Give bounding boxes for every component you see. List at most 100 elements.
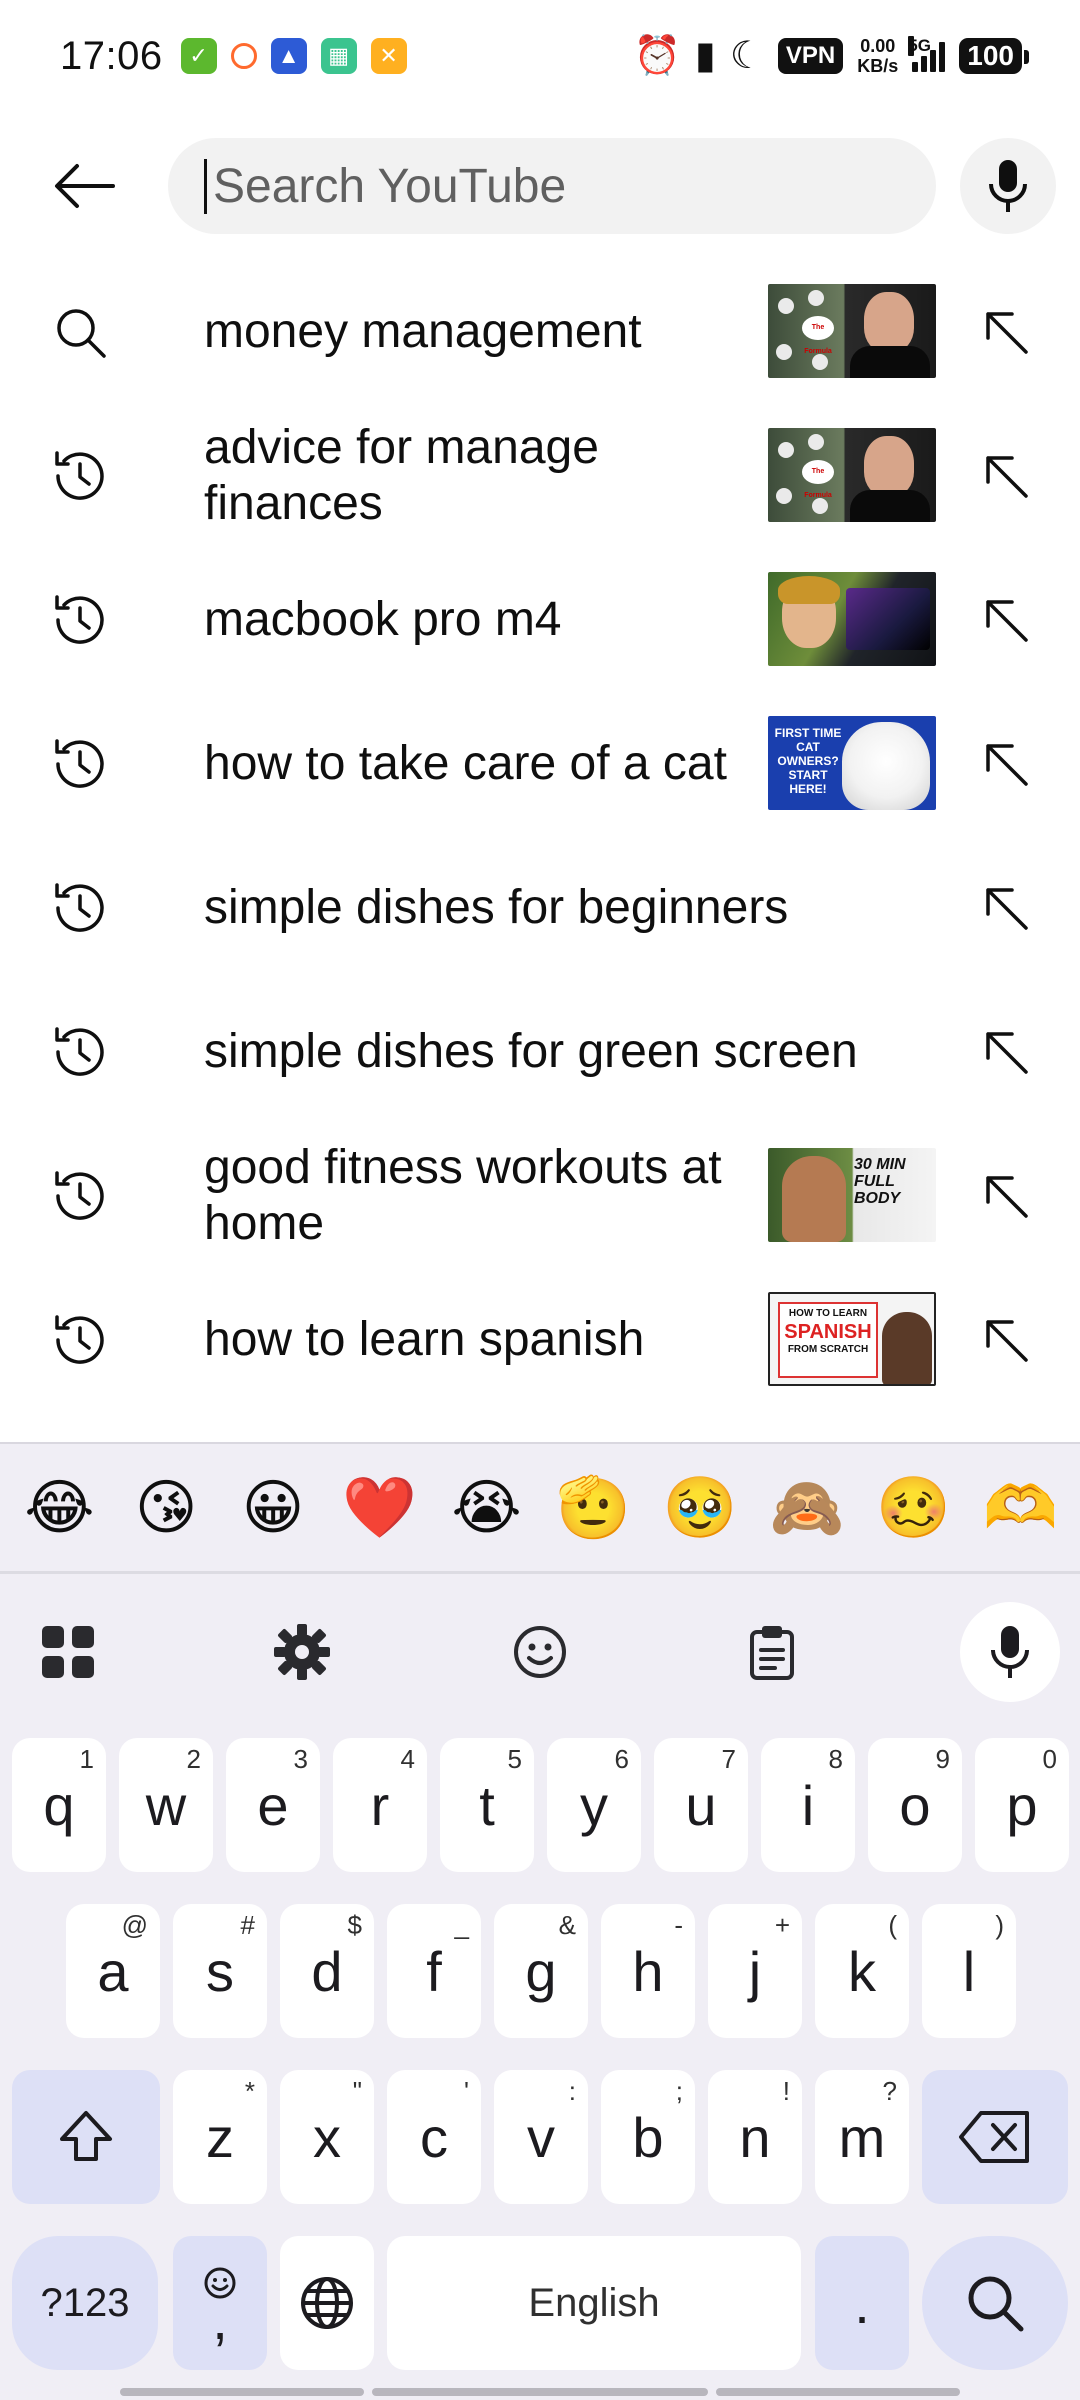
fill-query-button[interactable] [968,300,1044,364]
suggestion-item[interactable]: how to take care of a cat FIRST TIME CAT… [0,692,1080,836]
key-c[interactable]: c ' [387,2070,481,2204]
search-input[interactable] [204,158,936,214]
fill-query-button[interactable] [968,1308,1044,1372]
emoji-key[interactable]: 🫡 [545,1472,641,1543]
emoji-key[interactable]: 😂 [11,1473,107,1543]
key-t[interactable]: t5 [440,1738,534,1872]
key-x[interactable]: x " [280,2070,374,2204]
keyboard-toolbar [0,1580,1080,1710]
suggestion-item[interactable]: advice for manage finances The Formula [0,404,1080,548]
emoji-key[interactable]: 🥴 [866,1472,962,1543]
fill-query-button[interactable] [968,1164,1044,1228]
key-j[interactable]: j + [708,1904,802,2038]
key-h[interactable]: h- [601,1904,695,2038]
history-icon [48,1164,112,1228]
key-b[interactable]: b; [601,2070,695,2204]
keyboard-voice-input-button[interactable] [960,1602,1060,1702]
key-k[interactable]: k( [815,1904,909,2038]
emoji-key[interactable]: 😭 [439,1473,535,1543]
suggestion-text: money management [204,305,642,358]
thumbnail-caption-bottom: FROM SCRATCH [787,1344,869,1355]
language-key[interactable] [280,2236,374,2370]
key-alt-char: & [558,1910,576,1940]
back-button[interactable] [40,150,130,222]
key-z[interactable]: z * [173,2070,267,2204]
backspace-key[interactable] [922,2070,1068,2204]
key-d[interactable]: d $ [280,1904,374,2038]
suggestion-text: simple dishes for green screen [204,1025,858,1078]
key-m[interactable]: m? [815,2070,909,2204]
status-time: 17:06 [60,33,163,78]
history-icon [48,1020,112,1084]
symbols-key[interactable]: ?123 [12,2236,158,2370]
key-char: i [801,1773,815,1837]
signal-icon: 5G [908,36,946,72]
emoji-panel-button[interactable] [490,1602,590,1702]
voice-search-button[interactable] [960,138,1056,234]
suggestion-item[interactable]: how to learn spanish HOW TO LEARN SPANIS… [0,1268,1080,1412]
key-char: p [1006,1773,1038,1837]
key-char: y [580,1773,608,1837]
suggestion-item[interactable]: good fitness workouts at home 30 MIN FUL… [0,1124,1080,1268]
key-q[interactable]: q1 [12,1738,106,1872]
emoji-key[interactable]: 🥹 [652,1472,748,1543]
suggestion-item[interactable]: simple dishes for green screen [0,980,1080,1124]
space-bar[interactable]: English [387,2236,801,2370]
period-key[interactable]: . [815,2236,909,2370]
fill-query-button[interactable] [968,876,1044,940]
keyboard-settings-button[interactable] [252,1602,352,1702]
keyboard-search-button[interactable] [922,2236,1068,2370]
arrow-up-left-icon [986,600,1028,642]
key-g[interactable]: g & [494,1904,588,2038]
suggestion-item[interactable]: macbook pro m4 [0,548,1080,692]
key-e[interactable]: e3 [226,1738,320,1872]
key-l[interactable]: l) [922,1904,1016,2038]
key-y[interactable]: y6 [547,1738,641,1872]
do-not-disturb-moon-icon: ☾ [729,35,764,77]
key-i[interactable]: i8 [761,1738,855,1872]
clipboard-button[interactable] [722,1602,822,1702]
fill-query-button[interactable] [968,588,1044,652]
key-a[interactable]: a @ [66,1904,160,2038]
suggestion-text: advice for manage finances [204,421,599,530]
key-char: l [962,1939,976,2003]
fill-query-button[interactable] [968,444,1044,508]
key-p[interactable]: p0 [975,1738,1069,1872]
emoji-key[interactable]: 😘 [118,1473,214,1543]
key-s[interactable]: s # [173,1904,267,2038]
key-alt-char: 5 [507,1744,522,1774]
back-arrow-icon [55,164,115,208]
key-v[interactable]: v: [494,2070,588,2204]
suggestion-item[interactable]: simple dishes for beginners [0,836,1080,980]
key-f[interactable]: f _ [387,1904,481,2038]
arrow-up-left-icon [986,1320,1028,1362]
emoji-key[interactable]: 🫶 [973,1472,1069,1543]
key-char: s [206,1939,234,2003]
key-alt-char: : [568,2076,576,2106]
suggestion-item[interactable]: money management The Formula [0,260,1080,404]
suggestion-text: good fitness workouts at home [204,1141,722,1250]
key-char: a [97,1939,129,2003]
shift-key[interactable] [12,2070,160,2204]
comma-emoji-key[interactable]: , [173,2236,267,2370]
emoji-key[interactable]: 🙈 [759,1472,855,1543]
key-alt-char: 2 [186,1744,201,1774]
emoji-key[interactable]: 😀 [225,1473,321,1543]
fill-query-button[interactable] [968,1020,1044,1084]
key-o[interactable]: o9 [868,1738,962,1872]
apps-grid-button[interactable] [18,1602,118,1702]
clipboard-icon [750,1626,794,1680]
key-w[interactable]: w2 [119,1738,213,1872]
status-bar: 17:06 ✓ ▲ ▦ ✕ ⏰ ▮ ☾ VPN 0.00 KB/s 5G 100 [0,0,1080,112]
key-n[interactable]: n! [708,2070,802,2204]
key-alt-char: * [244,2076,255,2106]
key-r[interactable]: r4 [333,1738,427,1872]
suggestion-text: how to take care of a cat [204,737,727,790]
battery-indicator: 100 [959,38,1029,74]
suggestion-text: how to learn spanish [204,1313,645,1366]
emoji-key[interactable]: ❤️ [332,1472,428,1543]
key-alt-char: " [352,2076,362,2106]
key-u[interactable]: u7 [654,1738,748,1872]
fill-query-button[interactable] [968,732,1044,796]
search-box[interactable] [168,138,936,234]
